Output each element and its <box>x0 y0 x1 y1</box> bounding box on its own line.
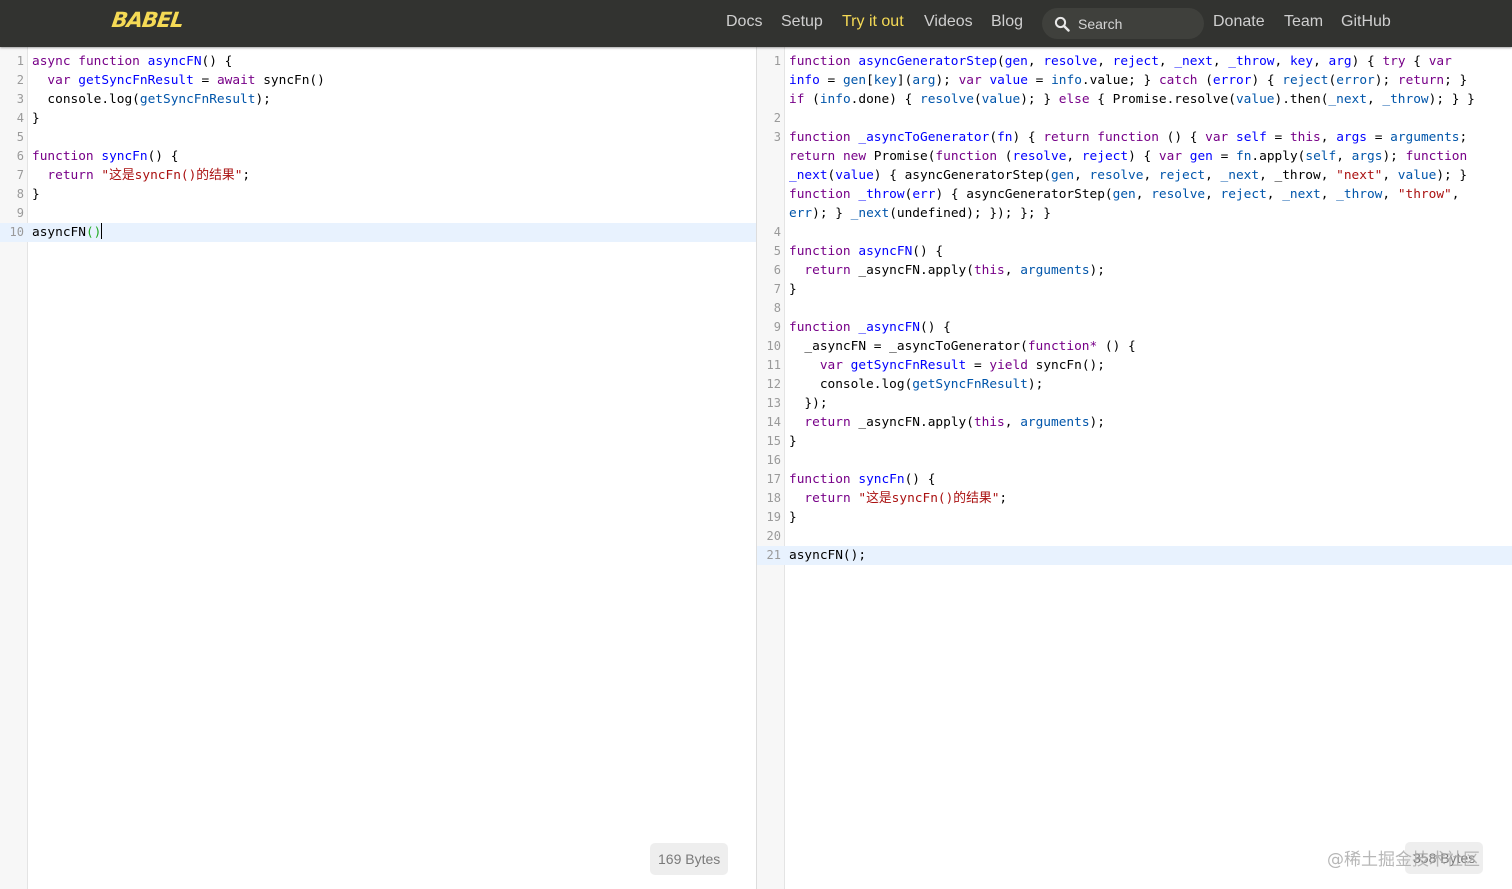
code-line[interactable]: err); } _next(undefined); }); }; } <box>757 204 1512 223</box>
line-number: 20 <box>766 529 781 543</box>
output-editor[interactable]: 1 function asyncGeneratorStep(gen, resolv… <box>757 47 1512 889</box>
line-number: 14 <box>766 415 781 429</box>
line-number: 15 <box>766 434 781 448</box>
code-line-active[interactable]: 10 asyncFN() <box>0 223 756 242</box>
line-number: 6 <box>773 263 781 277</box>
code-line[interactable]: 7 return "这是syncFn()的结果"; <box>0 166 756 185</box>
search-icon <box>1054 16 1070 32</box>
top-nav-bar: BABEL Docs Setup Try it out Videos Blog … <box>0 0 1512 47</box>
code-line[interactable]: if (info.done) { resolve(value); } else … <box>757 90 1512 109</box>
nav-blog[interactable]: Blog <box>991 13 1023 31</box>
code-line[interactable]: 4 <box>757 223 1512 242</box>
text-cursor <box>101 223 103 239</box>
code-line[interactable]: 9 <box>0 204 756 223</box>
input-size-badge: 169 Bytes <box>650 843 729 875</box>
line-number: 9 <box>773 320 781 334</box>
nav-setup[interactable]: Setup <box>781 13 823 31</box>
line-number: 13 <box>766 396 781 410</box>
code-line[interactable]: 15} <box>757 432 1512 451</box>
code-line[interactable]: 3 console.log(getSyncFnResult); <box>0 90 756 109</box>
code-line[interactable]: 5 function asyncFN() { <box>757 242 1512 261</box>
line-number: 5 <box>773 244 781 258</box>
watermark-text: @稀土掘金技术社区 <box>1327 850 1480 870</box>
code-line[interactable]: 19} <box>757 508 1512 527</box>
line-number: 1 <box>16 54 24 68</box>
nav-team[interactable]: Team <box>1284 13 1323 31</box>
line-number: 21 <box>766 548 781 562</box>
code-line[interactable]: 5 <box>0 128 756 147</box>
search-box[interactable] <box>1042 8 1204 39</box>
input-code[interactable]: 1 async function asyncFN() { 2 var getSyn… <box>0 52 756 242</box>
code-line[interactable]: 13 }); <box>757 394 1512 413</box>
code-line[interactable]: 1 function asyncGeneratorStep(gen, resolv… <box>757 52 1512 71</box>
code-line[interactable]: info = gen[key](arg); var value = info.v… <box>757 71 1512 90</box>
code-line[interactable]: 2 var getSyncFnResult = await syncFn() <box>0 71 756 90</box>
line-number: 8 <box>773 301 781 315</box>
code-line[interactable]: return new Promise(function (resolve, re… <box>757 147 1512 166</box>
babel-logo[interactable]: BABEL <box>110 8 184 32</box>
line-number: 2 <box>16 73 24 87</box>
line-number: 3 <box>773 130 781 144</box>
nav-docs[interactable]: Docs <box>726 13 762 31</box>
line-number: 4 <box>773 225 781 239</box>
line-number: 4 <box>16 111 24 125</box>
nav-github[interactable]: GitHub <box>1341 13 1391 31</box>
line-number: 9 <box>16 206 24 220</box>
code-line[interactable]: 9 function _asyncFN() { <box>757 318 1512 337</box>
output-code[interactable]: 1 function asyncGeneratorStep(gen, resolv… <box>757 52 1512 565</box>
code-line[interactable]: 20 <box>757 527 1512 546</box>
code-line[interactable]: 6 return _asyncFN.apply(this, arguments)… <box>757 261 1512 280</box>
code-line[interactable]: 12 console.log(getSyncFnResult); <box>757 375 1512 394</box>
code-line[interactable]: 11 var getSyncFnResult = yield syncFn(); <box>757 356 1512 375</box>
line-number: 7 <box>773 282 781 296</box>
line-number: 19 <box>766 510 781 524</box>
line-number: 3 <box>16 92 24 106</box>
code-line[interactable]: 18 return "这是syncFn()的结果"; <box>757 489 1512 508</box>
line-number: 1 <box>773 54 781 68</box>
line-number: 17 <box>766 472 781 486</box>
line-number: 11 <box>766 358 781 372</box>
code-line[interactable]: 3 function _asyncToGenerator(fn) { return… <box>757 128 1512 147</box>
nav-donate[interactable]: Donate <box>1213 13 1265 31</box>
code-line[interactable]: 1 async function asyncFN() { <box>0 52 756 71</box>
code-line-active[interactable]: 21 asyncFN(); <box>757 546 1512 565</box>
line-number: 12 <box>766 377 781 391</box>
search-input[interactable] <box>1078 14 1196 34</box>
line-number: 10 <box>766 339 781 353</box>
code-line[interactable]: _next(value) { asyncGeneratorStep(gen, r… <box>757 166 1512 185</box>
nav-try-it-out[interactable]: Try it out <box>842 13 904 31</box>
line-number: 2 <box>773 111 781 125</box>
line-number: 16 <box>766 453 781 467</box>
code-line[interactable]: 6 function syncFn() { <box>0 147 756 166</box>
line-number: 8 <box>16 187 24 201</box>
line-number: 7 <box>16 168 24 182</box>
code-line[interactable]: function _throw(err) { asyncGeneratorSte… <box>757 185 1512 204</box>
code-line[interactable]: 8} <box>0 185 756 204</box>
code-line[interactable]: 2 <box>757 109 1512 128</box>
code-line[interactable]: 8 <box>757 299 1512 318</box>
line-number: 6 <box>16 149 24 163</box>
nav-videos[interactable]: Videos <box>924 13 973 31</box>
code-line[interactable]: 17 function syncFn() { <box>757 470 1512 489</box>
code-line[interactable]: 16 <box>757 451 1512 470</box>
line-number: 18 <box>766 491 781 505</box>
line-number: 10 <box>9 225 24 239</box>
input-editor[interactable]: 1 async function asyncFN() { 2 var getSyn… <box>0 47 756 889</box>
code-line[interactable]: 7} <box>757 280 1512 299</box>
code-line[interactable]: 14 return _asyncFN.apply(this, arguments… <box>757 413 1512 432</box>
code-line[interactable]: 10 _asyncFN = _asyncToGenerator(function… <box>757 337 1512 356</box>
line-number: 5 <box>16 130 24 144</box>
code-line[interactable]: 4} <box>0 109 756 128</box>
